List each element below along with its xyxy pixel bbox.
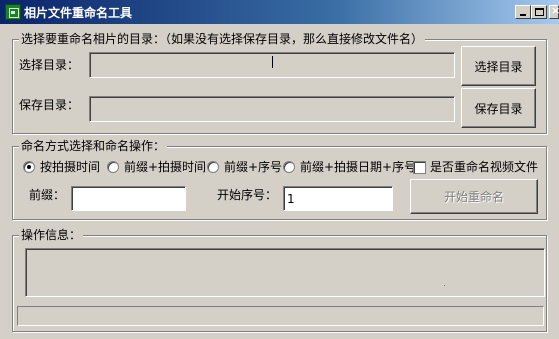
prefix-input[interactable] (71, 186, 186, 211)
radio-prefix-shoot-time-label[interactable]: 前缀+拍摄时间 (124, 160, 206, 174)
window-title: 相片文件重命名工具 (24, 6, 133, 20)
save-dir-label: 保存目录： (19, 98, 80, 112)
minimize-icon (520, 14, 526, 16)
maximize-icon (535, 8, 544, 16)
info-output-area[interactable] (25, 248, 545, 297)
prefix-label: 前缀： (29, 188, 66, 202)
app-icon (5, 4, 21, 20)
start-number-input[interactable] (283, 186, 393, 211)
radio-by-shoot-time-label[interactable]: 按拍摄时间 (40, 160, 100, 174)
info-group-legend: 操作信息： (19, 228, 84, 242)
start-rename-button[interactable]: 开始重命名 (410, 179, 538, 214)
status-bar (17, 306, 544, 326)
minimize-button[interactable] (515, 5, 531, 19)
select-dir-label: 选择目录： (19, 58, 80, 72)
start-number-label: 开始序号： (217, 188, 278, 202)
maximize-button[interactable] (531, 5, 547, 19)
close-icon: × (551, 4, 559, 17)
title-bar[interactable]: 相片文件重命名工具 × (0, 0, 559, 24)
app-window: 相片文件重命名工具 × 选择要重命名相片的目录：（如果没有选择保存目录，那么直接… (0, 0, 559, 339)
radio-prefix-number-label[interactable]: 前缀+序号 (224, 160, 282, 174)
close-button[interactable]: × (549, 4, 559, 19)
select-dir-button[interactable]: 选择目录 (461, 46, 536, 86)
naming-group-legend: 命名方式选择和命名操作： (19, 139, 168, 153)
rename-video-checkbox[interactable] (413, 161, 426, 174)
info-dot (444, 285, 445, 286)
radio-prefix-date-number-label[interactable]: 前缀+拍摄日期+序号 (300, 160, 416, 174)
radio-prefix-date-number[interactable] (283, 161, 295, 173)
radio-by-shoot-time[interactable] (23, 161, 35, 173)
directory-group-legend: 选择要重命名相片的目录：（如果没有选择保存目录，那么直接修改文件名） (19, 32, 426, 46)
save-dir-field[interactable] (89, 96, 455, 122)
radio-prefix-shoot-time[interactable] (107, 161, 119, 173)
text-cursor (272, 56, 273, 68)
rename-video-label[interactable]: 是否重命名视频文件 (430, 160, 538, 174)
save-dir-button[interactable]: 保存目录 (461, 88, 536, 128)
radio-prefix-number[interactable] (207, 161, 219, 173)
